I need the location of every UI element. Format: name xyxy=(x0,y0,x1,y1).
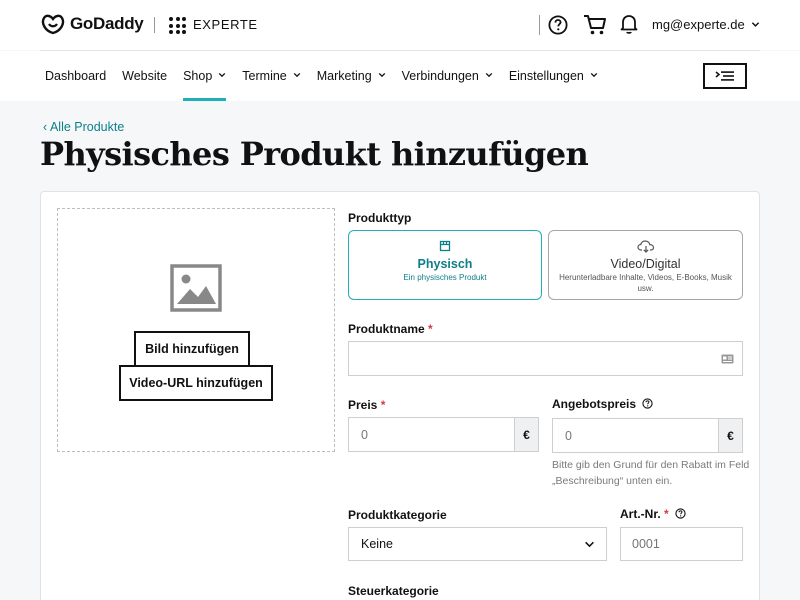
product-name-label-text: Produktname xyxy=(348,322,425,336)
nav-item-label: Termine xyxy=(242,69,287,83)
nav-item-label: Website xyxy=(122,69,168,83)
image-placeholder-icon xyxy=(170,264,222,312)
chevron-down-icon xyxy=(751,22,759,27)
product-name-input[interactable] xyxy=(348,341,743,376)
product-type-digital-option[interactable]: Video/Digital Herunterladbare Inhalte, V… xyxy=(548,230,743,300)
info-icon[interactable] xyxy=(642,398,653,409)
nav-item-label: Dashboard xyxy=(45,69,107,83)
category-label: Produktkategorie xyxy=(348,508,447,522)
logo-text: GoDaddy xyxy=(70,14,144,33)
nav-item-label: Marketing xyxy=(316,69,372,83)
nav-item-label: Shop xyxy=(183,69,213,83)
required-marker: * xyxy=(380,398,386,412)
sku-label: Art.-Nr. * xyxy=(620,507,686,521)
digital-subtitle: Herunterladbare Inhalte, Videos, E-Books… xyxy=(559,273,732,293)
contact-card-icon xyxy=(721,354,734,364)
bell-icon[interactable] xyxy=(619,13,639,35)
logo-divider xyxy=(154,17,155,33)
price-input[interactable]: 0 € xyxy=(348,417,539,452)
sale-price-hint: Bitte gib den Grund für den Rabatt im Fe… xyxy=(552,459,750,487)
category-select[interactable]: Keine xyxy=(348,527,607,561)
nav-list: Dashboard Website Shop Termine Marketing Verb… xyxy=(45,69,614,101)
price-currency: € xyxy=(514,418,538,451)
product-name-label: Produktname * xyxy=(348,322,433,336)
sku-input[interactable] xyxy=(620,527,743,561)
product-name: EXPERTE xyxy=(193,17,258,32)
required-marker: * xyxy=(428,322,433,336)
chevron-down-icon xyxy=(485,72,493,78)
help-icon[interactable] xyxy=(548,15,568,35)
digital-title: Video/Digital xyxy=(610,257,681,271)
info-icon[interactable] xyxy=(675,508,686,519)
header-divider xyxy=(539,15,540,35)
product-type-physical-option[interactable]: Physisch Ein physisches Produkt xyxy=(348,230,542,300)
back-link-label: Alle Produkte xyxy=(49,120,125,134)
collapse-menu-icon xyxy=(715,71,734,81)
nav-item-label: Verbindungen xyxy=(401,69,479,83)
category-value: Keine xyxy=(361,537,393,551)
nav-item-label: Einstellungen xyxy=(508,69,584,83)
account-menu[interactable]: mg@experte.de xyxy=(652,17,760,32)
price-value: 0 xyxy=(361,427,368,442)
physical-title: Physisch xyxy=(417,257,473,271)
apps-grid-icon[interactable] xyxy=(169,17,186,34)
nav-item-website[interactable]: Website xyxy=(122,69,167,101)
nav-item-dashboard[interactable]: Dashboard xyxy=(45,69,106,101)
sale-price-input[interactable]: 0 € xyxy=(552,418,743,453)
chevron-left-icon: ‹ xyxy=(43,120,50,134)
sale-price-value: 0 xyxy=(565,428,572,443)
nav-item-termine[interactable]: Termine xyxy=(242,69,301,101)
tax-category-label: Steuerkategorie xyxy=(348,584,439,598)
chevron-down-icon xyxy=(378,72,385,78)
godaddy-logo[interactable]: GoDaddy xyxy=(40,13,144,35)
price-label: Preis * xyxy=(348,398,385,412)
price-label-text: Preis xyxy=(348,398,378,412)
media-dropzone[interactable] xyxy=(57,208,335,452)
cloud-download-icon xyxy=(636,240,654,253)
nav-item-verbindungen[interactable]: Verbindungen xyxy=(402,69,493,101)
cart-icon[interactable] xyxy=(583,14,607,36)
godaddy-logo-icon xyxy=(41,14,65,35)
sale-price-label: Angebotspreis xyxy=(552,397,653,411)
box-icon xyxy=(439,240,451,252)
add-video-url-button[interactable]: Video-URL hinzufügen xyxy=(119,365,273,401)
sku-label-text: Art.-Nr. xyxy=(620,507,661,521)
menu-toggle-button[interactable] xyxy=(703,63,747,89)
physical-subtitle: Ein physisches Produkt xyxy=(403,273,487,282)
chevron-down-icon xyxy=(585,541,594,548)
nav-item-einstellungen[interactable]: Einstellungen xyxy=(509,69,598,101)
chevron-down-icon xyxy=(590,72,598,78)
required-marker: * xyxy=(664,507,669,521)
nav-item-shop[interactable]: Shop xyxy=(183,69,227,101)
top-header: GoDaddy EXPERTE mg@experte.de xyxy=(0,0,800,50)
back-link[interactable]: ‹ Alle Produkte xyxy=(43,120,124,134)
sale-price-currency: € xyxy=(718,419,742,452)
nav-item-marketing[interactable]: Marketing xyxy=(317,69,386,101)
sale-price-label-text: Angebotspreis xyxy=(552,397,637,411)
chevron-down-icon xyxy=(293,72,301,78)
account-email: mg@experte.de xyxy=(652,17,745,32)
product-type-label: Produkttyp xyxy=(348,211,412,225)
main-navigation: Dashboard Website Shop Termine Marketing Verb… xyxy=(0,51,800,101)
add-image-button[interactable]: Bild hinzufügen xyxy=(134,331,250,367)
page-title: Physisches Produkt hinzufügen xyxy=(40,135,589,173)
chevron-down-icon xyxy=(219,72,226,78)
